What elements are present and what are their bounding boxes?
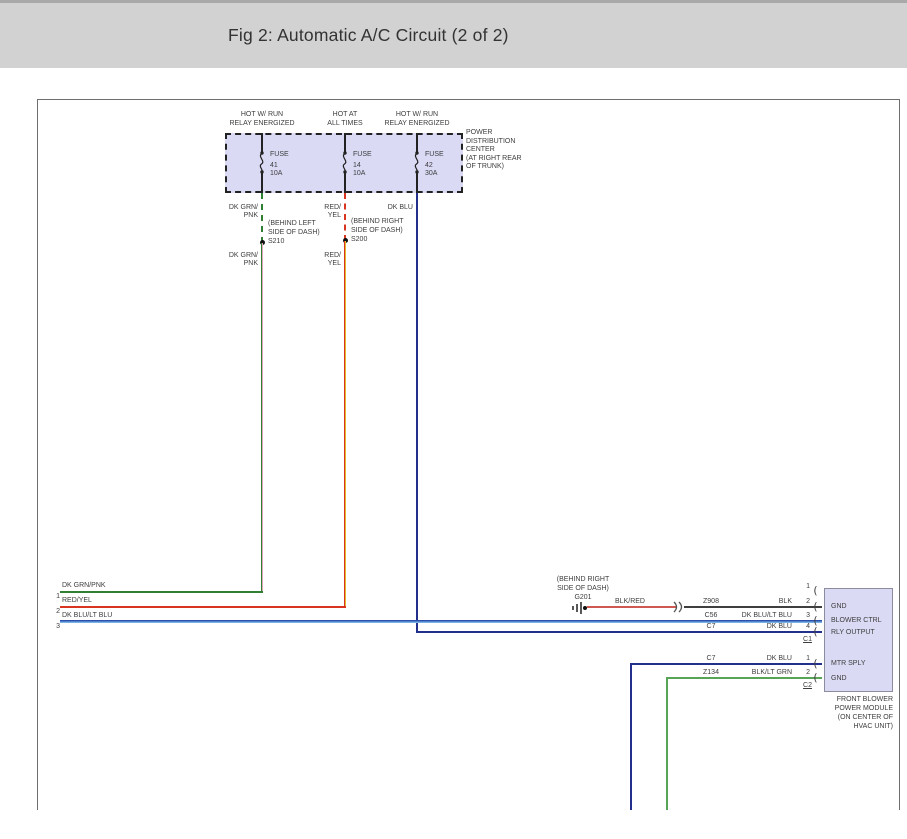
pin-number: 1: [806, 655, 810, 662]
ground-icon: [572, 602, 587, 614]
page-title: Fig 2: Automatic A/C Circuit (2 of 2): [228, 25, 509, 45]
pin-chevron-icon: (: [812, 657, 819, 670]
fuse42-amps: 30A: [425, 170, 438, 177]
pin-chevron-icon: (: [812, 600, 819, 613]
pin-chevron-icon: (: [812, 625, 819, 638]
pin-number: 3: [806, 612, 810, 619]
pin-label: GND: [831, 603, 847, 610]
pin-number: 2: [806, 598, 810, 605]
wire-row-label: RED/YEL: [62, 597, 92, 604]
fuse41-word: FUSE: [270, 151, 289, 158]
feed-label-3: HOT W/ RUN RELAY ENERGIZED: [384, 111, 450, 127]
pin-label: GND: [831, 675, 847, 682]
wire-dkgrn-vertical: [261, 243, 263, 592]
connector-id-c2: C2: [803, 682, 812, 689]
splice-location: SIDE OF DASH): [351, 227, 403, 234]
splice-location: (BEHIND LEFT: [268, 220, 316, 227]
wire-dkgrn-dashed: [261, 193, 263, 243]
module-name: FRONT BLOWER POWER MODULE (ON CENTER OF HV…: [834, 696, 893, 730]
fuse-icon: [414, 151, 419, 174]
splice-location: (BEHIND RIGHT: [351, 218, 404, 225]
splice-id: S200: [351, 236, 368, 243]
pin-number: 1: [806, 583, 810, 590]
wire-color-label: YEL: [327, 212, 341, 219]
wiring-diagram-page: Fig 2: Automatic A/C Circuit (2 of 2) HO…: [0, 0, 907, 839]
pdc-label: POWER DISTRIBUTION CENTER (AT RIGHT REAR O…: [466, 129, 522, 171]
wire-color-label: DK BLU: [766, 623, 792, 630]
wire-row-label: DK GRN/PNK: [62, 582, 106, 589]
wire-row-num: 1: [56, 593, 60, 600]
wire-color-label: YEL: [327, 260, 341, 267]
fuse41-amps: 10A: [270, 170, 283, 177]
wire-row-num: 2: [56, 608, 60, 615]
wire-color-label: BLK/LT GRN: [751, 669, 792, 676]
diagram-frame: [37, 99, 900, 810]
wire-dkblu-mtr-vertical: [630, 663, 632, 810]
wire-dkgrn-horizontal: [60, 591, 263, 593]
fuse-icon: [259, 151, 264, 174]
ground-location: SIDE OF DASH): [557, 585, 609, 592]
wire-color-label: DK BLU: [387, 204, 413, 211]
pin-chevron-icon: (: [812, 584, 819, 597]
wire-redyel-horizontal: [60, 606, 346, 608]
splice-location: SIDE OF DASH): [268, 229, 320, 236]
wire-row-num: 3: [56, 623, 60, 630]
pin-number: 4: [806, 623, 810, 630]
wire-color-label: DK BLU/LT BLU: [741, 612, 792, 619]
ground-location: (BEHIND RIGHT: [556, 576, 610, 583]
wire-blkltgrn-vertical: [666, 677, 668, 810]
wire-redyel-dashed: [344, 193, 346, 241]
fuse-icon: [342, 151, 347, 174]
connector-id-c1: C1: [803, 636, 812, 643]
splice-id: S210: [268, 238, 285, 245]
pin-label: RLY OUTPUT: [831, 629, 875, 636]
wire-color-label: PNK: [243, 260, 258, 267]
pin-chevron-icon: (: [812, 671, 819, 684]
pin-label: MTR SPLY: [831, 660, 866, 667]
wire-color-label: PNK: [243, 212, 258, 219]
fuse14-word: FUSE: [353, 151, 372, 158]
wire-redyel-vertical: [344, 241, 346, 607]
fuse42-word: FUSE: [425, 151, 444, 158]
wire-blkred-horizontal: [587, 606, 676, 608]
pin-number: 2: [806, 669, 810, 676]
pin-label: BLOWER CTRL: [831, 617, 882, 624]
fuse14-amps: 10A: [353, 170, 366, 177]
wire-dkblu-vertical: [416, 193, 418, 633]
wire-color-label: BLK: [778, 598, 792, 605]
wire-color-label: DK BLU: [766, 655, 792, 662]
